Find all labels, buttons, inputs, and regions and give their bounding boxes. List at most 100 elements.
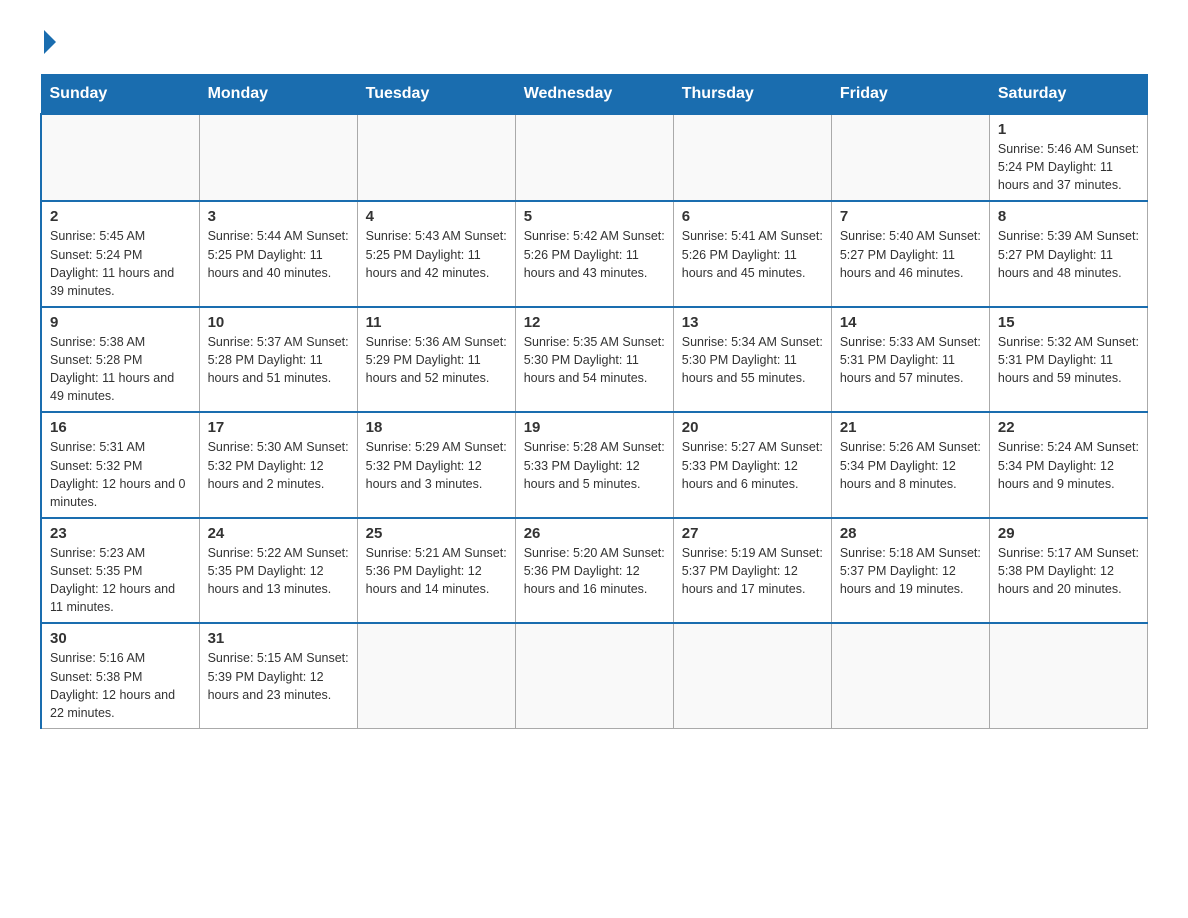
day-info: Sunrise: 5:36 AM Sunset: 5:29 PM Dayligh… bbox=[366, 333, 507, 387]
day-number: 22 bbox=[998, 419, 1139, 436]
day-info: Sunrise: 5:18 AM Sunset: 5:37 PM Dayligh… bbox=[840, 544, 981, 598]
calendar-week-row: 23 Sunrise: 5:23 AM Sunset: 5:35 PM Dayli… bbox=[41, 518, 1148, 624]
day-number: 10 bbox=[208, 314, 349, 331]
weekday-header-thursday: Thursday bbox=[673, 75, 831, 115]
day-info: Sunrise: 5:28 AM Sunset: 5:33 PM Dayligh… bbox=[524, 438, 665, 492]
calendar-cell bbox=[41, 114, 199, 201]
weekday-header-sunday: Sunday bbox=[41, 75, 199, 115]
calendar-week-row: 30 Sunrise: 5:16 AM Sunset: 5:38 PM Dayli… bbox=[41, 623, 1148, 728]
calendar-cell: 24Sunrise: 5:22 AM Sunset: 5:35 PM Dayli… bbox=[199, 518, 357, 624]
day-info: Sunrise: 5:45 AM Sunset: 5:24 PM Dayligh… bbox=[50, 227, 191, 300]
day-info: Sunrise: 5:32 AM Sunset: 5:31 PM Dayligh… bbox=[998, 333, 1139, 387]
day-number: 9 bbox=[50, 314, 191, 331]
calendar-cell: 11 Sunrise: 5:36 AM Sunset: 5:29 PM Dayli… bbox=[357, 307, 515, 413]
calendar-cell: 6 Sunrise: 5:41 AM Sunset: 5:26 PM Daylig… bbox=[673, 201, 831, 307]
day-number: 8 bbox=[998, 208, 1139, 225]
logo-arrow-icon bbox=[44, 30, 56, 54]
day-number: 27 bbox=[682, 525, 823, 542]
day-info: Sunrise: 5:35 AM Sunset: 5:30 PM Dayligh… bbox=[524, 333, 665, 387]
calendar-week-row: 9Sunrise: 5:38 AM Sunset: 5:28 PM Daylig… bbox=[41, 307, 1148, 413]
day-number: 12 bbox=[524, 314, 665, 331]
calendar-cell bbox=[831, 114, 989, 201]
calendar-cell: 13 Sunrise: 5:34 AM Sunset: 5:30 PM Dayli… bbox=[673, 307, 831, 413]
weekday-header-row: SundayMondayTuesdayWednesdayThursdayFrid… bbox=[41, 75, 1148, 115]
calendar-cell: 14 Sunrise: 5:33 AM Sunset: 5:31 PM Dayli… bbox=[831, 307, 989, 413]
day-number: 1 bbox=[998, 121, 1139, 138]
calendar-cell bbox=[831, 623, 989, 728]
calendar-cell: 23 Sunrise: 5:23 AM Sunset: 5:35 PM Dayli… bbox=[41, 518, 199, 624]
day-info: Sunrise: 5:24 AM Sunset: 5:34 PM Dayligh… bbox=[998, 438, 1139, 492]
calendar-cell bbox=[357, 114, 515, 201]
day-info: Sunrise: 5:21 AM Sunset: 5:36 PM Dayligh… bbox=[366, 544, 507, 598]
calendar-cell: 15 Sunrise: 5:32 AM Sunset: 5:31 PM Dayli… bbox=[989, 307, 1147, 413]
day-info: Sunrise: 5:22 AM Sunset: 5:35 PM Dayligh… bbox=[208, 544, 349, 598]
day-info: Sunrise: 5:41 AM Sunset: 5:26 PM Dayligh… bbox=[682, 227, 823, 281]
day-info: Sunrise: 5:15 AM Sunset: 5:39 PM Dayligh… bbox=[208, 649, 349, 703]
day-info: Sunrise: 5:16 AM Sunset: 5:38 PM Dayligh… bbox=[50, 649, 191, 722]
weekday-header-monday: Monday bbox=[199, 75, 357, 115]
day-number: 31 bbox=[208, 630, 349, 647]
day-info: Sunrise: 5:31 AM Sunset: 5:32 PM Dayligh… bbox=[50, 438, 191, 511]
calendar-cell: 29Sunrise: 5:17 AM Sunset: 5:38 PM Dayli… bbox=[989, 518, 1147, 624]
calendar-cell: 19 Sunrise: 5:28 AM Sunset: 5:33 PM Dayli… bbox=[515, 412, 673, 518]
day-info: Sunrise: 5:43 AM Sunset: 5:25 PM Dayligh… bbox=[366, 227, 507, 281]
day-number: 11 bbox=[366, 314, 507, 331]
calendar-cell: 17 Sunrise: 5:30 AM Sunset: 5:32 PM Dayli… bbox=[199, 412, 357, 518]
day-info: Sunrise: 5:29 AM Sunset: 5:32 PM Dayligh… bbox=[366, 438, 507, 492]
day-number: 5 bbox=[524, 208, 665, 225]
calendar-cell bbox=[989, 623, 1147, 728]
weekday-header-friday: Friday bbox=[831, 75, 989, 115]
day-number: 6 bbox=[682, 208, 823, 225]
calendar-cell: 3Sunrise: 5:44 AM Sunset: 5:25 PM Daylig… bbox=[199, 201, 357, 307]
calendar-week-row: 2 Sunrise: 5:45 AM Sunset: 5:24 PM Daylig… bbox=[41, 201, 1148, 307]
day-info: Sunrise: 5:33 AM Sunset: 5:31 PM Dayligh… bbox=[840, 333, 981, 387]
calendar-cell bbox=[515, 623, 673, 728]
day-info: Sunrise: 5:40 AM Sunset: 5:27 PM Dayligh… bbox=[840, 227, 981, 281]
page-header bbox=[40, 30, 1148, 54]
calendar-cell: 12 Sunrise: 5:35 AM Sunset: 5:30 PM Dayli… bbox=[515, 307, 673, 413]
calendar-cell: 26Sunrise: 5:20 AM Sunset: 5:36 PM Dayli… bbox=[515, 518, 673, 624]
day-info: Sunrise: 5:34 AM Sunset: 5:30 PM Dayligh… bbox=[682, 333, 823, 387]
day-number: 15 bbox=[998, 314, 1139, 331]
day-info: Sunrise: 5:27 AM Sunset: 5:33 PM Dayligh… bbox=[682, 438, 823, 492]
calendar-cell: 5 Sunrise: 5:42 AM Sunset: 5:26 PM Daylig… bbox=[515, 201, 673, 307]
calendar-week-row: 16 Sunrise: 5:31 AM Sunset: 5:32 PM Dayli… bbox=[41, 412, 1148, 518]
day-info: Sunrise: 5:19 AM Sunset: 5:37 PM Dayligh… bbox=[682, 544, 823, 598]
calendar-week-row: 1 Sunrise: 5:46 AM Sunset: 5:24 PM Daylig… bbox=[41, 114, 1148, 201]
day-number: 29 bbox=[998, 525, 1139, 542]
day-info: Sunrise: 5:46 AM Sunset: 5:24 PM Dayligh… bbox=[998, 140, 1139, 194]
day-number: 20 bbox=[682, 419, 823, 436]
day-info: Sunrise: 5:30 AM Sunset: 5:32 PM Dayligh… bbox=[208, 438, 349, 492]
calendar-cell bbox=[673, 114, 831, 201]
weekday-header-wednesday: Wednesday bbox=[515, 75, 673, 115]
day-number: 4 bbox=[366, 208, 507, 225]
calendar-cell: 30 Sunrise: 5:16 AM Sunset: 5:38 PM Dayli… bbox=[41, 623, 199, 728]
day-info: Sunrise: 5:20 AM Sunset: 5:36 PM Dayligh… bbox=[524, 544, 665, 598]
day-number: 16 bbox=[50, 419, 191, 436]
calendar-cell: 20 Sunrise: 5:27 AM Sunset: 5:33 PM Dayli… bbox=[673, 412, 831, 518]
day-number: 13 bbox=[682, 314, 823, 331]
calendar-cell: 10Sunrise: 5:37 AM Sunset: 5:28 PM Dayli… bbox=[199, 307, 357, 413]
day-number: 19 bbox=[524, 419, 665, 436]
logo bbox=[40, 30, 56, 54]
day-info: Sunrise: 5:42 AM Sunset: 5:26 PM Dayligh… bbox=[524, 227, 665, 281]
calendar-cell: 18 Sunrise: 5:29 AM Sunset: 5:32 PM Dayli… bbox=[357, 412, 515, 518]
calendar-cell: 25Sunrise: 5:21 AM Sunset: 5:36 PM Dayli… bbox=[357, 518, 515, 624]
calendar-cell: 31 Sunrise: 5:15 AM Sunset: 5:39 PM Dayli… bbox=[199, 623, 357, 728]
calendar-cell: 22 Sunrise: 5:24 AM Sunset: 5:34 PM Dayli… bbox=[989, 412, 1147, 518]
day-number: 23 bbox=[50, 525, 191, 542]
calendar-cell: 28 Sunrise: 5:18 AM Sunset: 5:37 PM Dayli… bbox=[831, 518, 989, 624]
day-number: 18 bbox=[366, 419, 507, 436]
calendar-cell bbox=[199, 114, 357, 201]
calendar-cell bbox=[515, 114, 673, 201]
calendar-cell: 1 Sunrise: 5:46 AM Sunset: 5:24 PM Daylig… bbox=[989, 114, 1147, 201]
day-number: 7 bbox=[840, 208, 981, 225]
calendar-cell: 2 Sunrise: 5:45 AM Sunset: 5:24 PM Daylig… bbox=[41, 201, 199, 307]
day-info: Sunrise: 5:23 AM Sunset: 5:35 PM Dayligh… bbox=[50, 544, 191, 617]
calendar-cell: 7 Sunrise: 5:40 AM Sunset: 5:27 PM Daylig… bbox=[831, 201, 989, 307]
day-number: 2 bbox=[50, 208, 191, 225]
day-number: 14 bbox=[840, 314, 981, 331]
day-number: 17 bbox=[208, 419, 349, 436]
day-number: 28 bbox=[840, 525, 981, 542]
day-number: 30 bbox=[50, 630, 191, 647]
